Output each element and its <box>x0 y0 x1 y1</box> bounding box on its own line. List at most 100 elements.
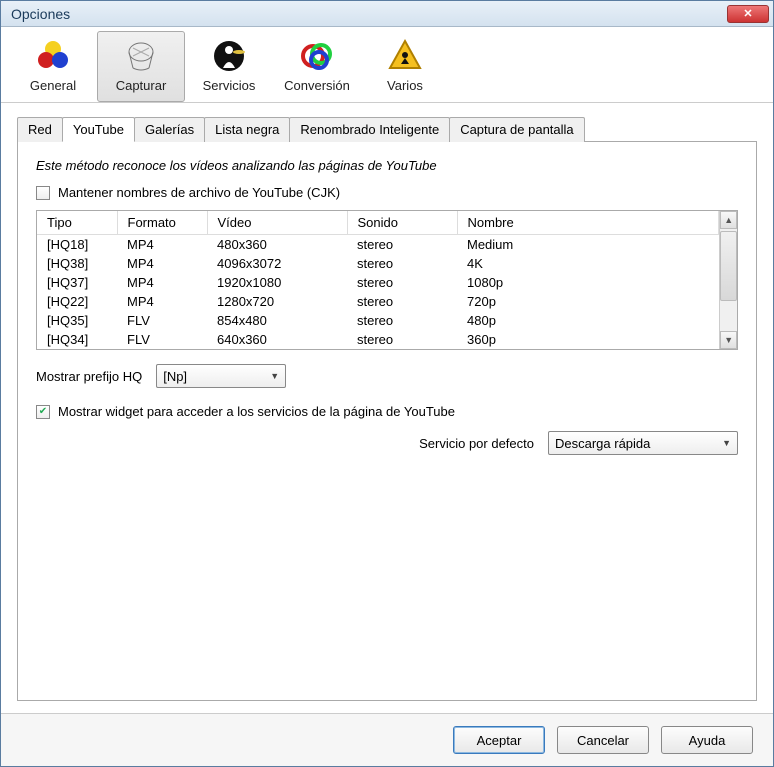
tab-galerias[interactable]: Galerías <box>134 117 205 142</box>
col-formato[interactable]: Formato <box>117 211 207 235</box>
toolbar: General Capturar Servicios Conversión Va… <box>1 27 773 103</box>
cell-formato: FLV <box>117 330 207 349</box>
cell-formato: FLV <box>117 311 207 330</box>
prefix-label: Mostrar prefijo HQ <box>36 369 142 384</box>
cell-nombre: 4K <box>457 254 719 273</box>
col-tipo[interactable]: Tipo <box>37 211 117 235</box>
accept-button[interactable]: Aceptar <box>453 726 545 754</box>
widget-checkbox[interactable]: ✔ <box>36 405 50 419</box>
tab-body-youtube: Este método reconoce los vídeos analizan… <box>17 142 757 701</box>
cancel-button[interactable]: Cancelar <box>557 726 649 754</box>
tab-red[interactable]: Red <box>17 117 63 142</box>
default-service-combo[interactable]: Descarga rápida ▼ <box>548 431 738 455</box>
scroll-up-icon[interactable]: ▲ <box>720 211 737 229</box>
default-service-value: Descarga rápida <box>555 436 650 451</box>
cell-video: 1920x1080 <box>207 273 347 292</box>
col-sonido[interactable]: Sonido <box>347 211 457 235</box>
spheres-icon <box>35 38 71 74</box>
scroll-track[interactable] <box>720 301 737 331</box>
keep-names-label: Mantener nombres de archivo de YouTube (… <box>58 185 340 200</box>
help-label: Ayuda <box>689 733 726 748</box>
accept-label: Aceptar <box>477 733 522 748</box>
toolbar-capturar[interactable]: Capturar <box>97 31 185 102</box>
close-button[interactable]: ✕ <box>727 5 769 23</box>
chevron-down-icon: ▼ <box>270 371 279 381</box>
cell-video: 1280x720 <box>207 292 347 311</box>
cell-video: 480x360 <box>207 235 347 255</box>
table-row[interactable]: [HQ37]MP41920x1080stereo1080p <box>37 273 719 292</box>
construction-icon <box>387 38 423 74</box>
cell-video: 640x360 <box>207 330 347 349</box>
tab-strip: Red YouTube Galerías Lista negra Renombr… <box>17 117 757 142</box>
window-title: Opciones <box>11 6 70 22</box>
toolbar-label: Servicios <box>190 78 268 93</box>
cell-nombre: Medium <box>457 235 719 255</box>
prefix-row: Mostrar prefijo HQ [Np] ▼ <box>36 364 738 388</box>
toolbar-conversion[interactable]: Conversión <box>273 31 361 102</box>
widget-row: ✔ Mostrar widget para acceder a los serv… <box>36 404 738 419</box>
table-header-row: Tipo Formato Vídeo Sonido Nombre <box>37 211 719 235</box>
toolbar-label: Varios <box>366 78 444 93</box>
cancel-label: Cancelar <box>577 733 629 748</box>
keep-names-row: Mantener nombres de archivo de YouTube (… <box>36 185 738 200</box>
toolbar-general[interactable]: General <box>9 31 97 102</box>
default-service-row: Servicio por defecto Descarga rápida ▼ <box>36 431 738 455</box>
table-row[interactable]: [HQ38]MP44096x3072stereo4K <box>37 254 719 273</box>
toolbar-servicios[interactable]: Servicios <box>185 31 273 102</box>
cell-nombre: 480p <box>457 311 719 330</box>
button-bar: Aceptar Cancelar Ayuda <box>1 713 773 766</box>
cell-video: 4096x3072 <box>207 254 347 273</box>
cell-sonido: stereo <box>347 330 457 349</box>
waiter-icon <box>211 38 247 74</box>
cell-nombre: 720p <box>457 292 719 311</box>
cell-tipo: [HQ34] <box>37 330 117 349</box>
cell-formato: MP4 <box>117 273 207 292</box>
tab-lista-negra[interactable]: Lista negra <box>204 117 290 142</box>
keep-names-checkbox[interactable] <box>36 186 50 200</box>
cell-video: 854x480 <box>207 311 347 330</box>
table-row[interactable]: [HQ35]FLV854x480stereo480p <box>37 311 719 330</box>
col-nombre[interactable]: Nombre <box>457 211 719 235</box>
options-window: Opciones ✕ General Capturar Servicios <box>0 0 774 767</box>
toolbar-label: General <box>14 78 92 93</box>
prefix-value: [Np] <box>163 369 187 384</box>
cell-formato: MP4 <box>117 292 207 311</box>
titlebar: Opciones ✕ <box>1 1 773 27</box>
cell-sonido: stereo <box>347 311 457 330</box>
toolbar-varios[interactable]: Varios <box>361 31 449 102</box>
help-button[interactable]: Ayuda <box>661 726 753 754</box>
default-service-label: Servicio por defecto <box>419 436 534 451</box>
cell-tipo: [HQ37] <box>37 273 117 292</box>
prefix-combo[interactable]: [Np] ▼ <box>156 364 286 388</box>
net-icon <box>123 38 159 74</box>
cell-tipo: [HQ38] <box>37 254 117 273</box>
table-row[interactable]: [HQ34]FLV640x360stereo360p <box>37 330 719 349</box>
tab-youtube[interactable]: YouTube <box>62 117 135 142</box>
cell-formato: MP4 <box>117 235 207 255</box>
cell-nombre: 1080p <box>457 273 719 292</box>
cell-nombre: 360p <box>457 330 719 349</box>
chevron-down-icon: ▼ <box>722 438 731 448</box>
cell-sonido: stereo <box>347 273 457 292</box>
cell-sonido: stereo <box>347 235 457 255</box>
cell-tipo: [HQ35] <box>37 311 117 330</box>
cell-sonido: stereo <box>347 254 457 273</box>
widget-label: Mostrar widget para acceder a los servic… <box>58 404 455 419</box>
table-row[interactable]: [HQ18]MP4480x360stereoMedium <box>37 235 719 255</box>
formats-table: Tipo Formato Vídeo Sonido Nombre [HQ18]M… <box>36 210 738 350</box>
col-video[interactable]: Vídeo <box>207 211 347 235</box>
toolbar-label: Capturar <box>102 78 180 93</box>
cell-tipo: [HQ22] <box>37 292 117 311</box>
table-row[interactable]: [HQ22]MP41280x720stereo720p <box>37 292 719 311</box>
tab-captura[interactable]: Captura de pantalla <box>449 117 584 142</box>
tab-renombrado[interactable]: Renombrado Inteligente <box>289 117 450 142</box>
table-scrollbar[interactable]: ▲ ▼ <box>719 211 737 349</box>
cell-formato: MP4 <box>117 254 207 273</box>
content: Red YouTube Galerías Lista negra Renombr… <box>1 103 773 713</box>
scroll-down-icon[interactable]: ▼ <box>720 331 737 349</box>
cell-tipo: [HQ18] <box>37 235 117 255</box>
cell-sonido: stereo <box>347 292 457 311</box>
close-icon: ✕ <box>743 7 752 20</box>
scroll-thumb[interactable] <box>720 231 737 301</box>
toolbar-label: Conversión <box>278 78 356 93</box>
